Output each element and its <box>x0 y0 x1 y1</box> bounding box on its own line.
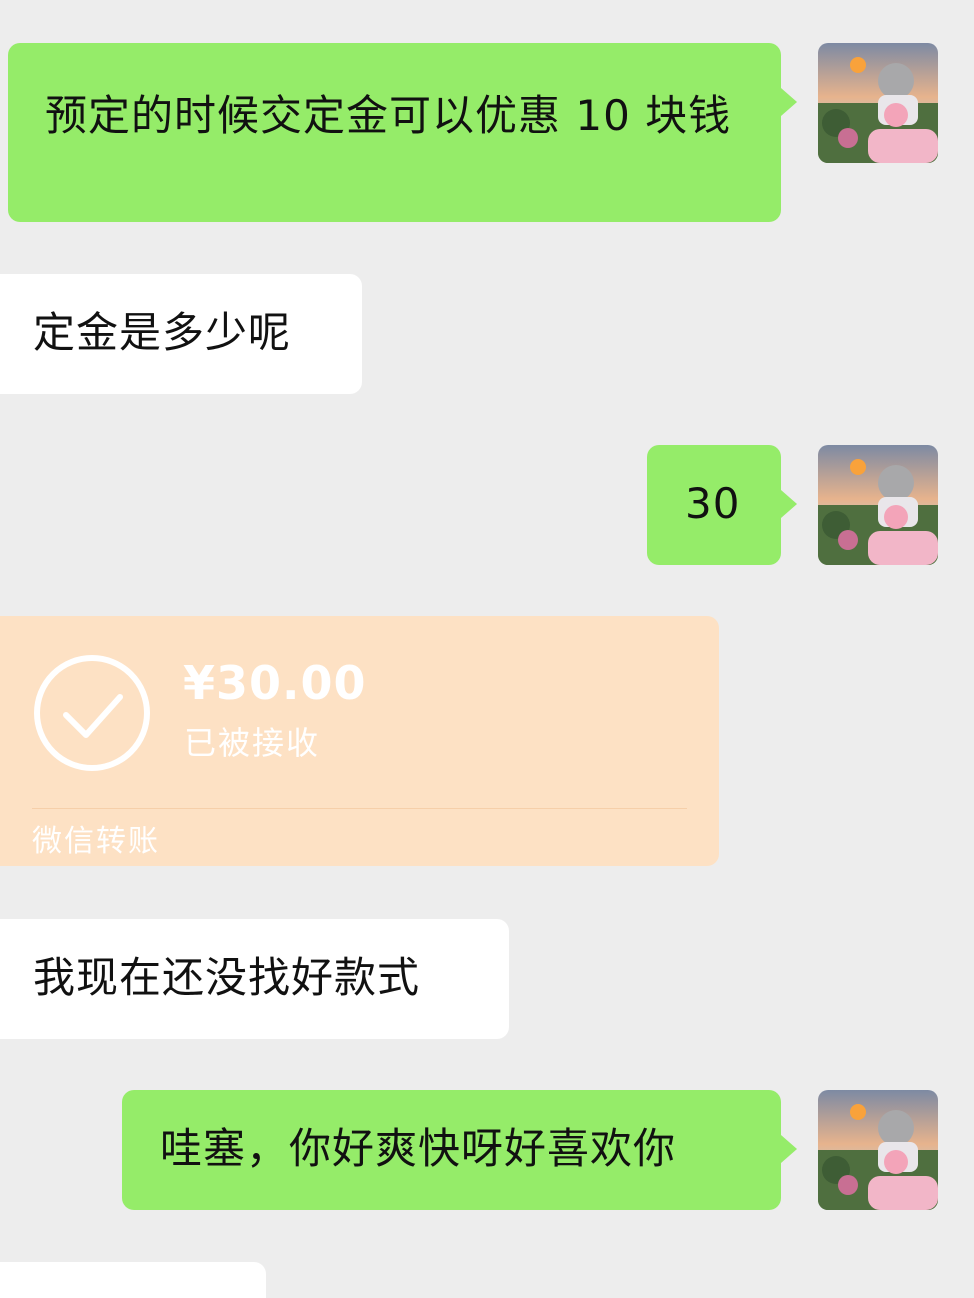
bubble-tail <box>781 88 797 116</box>
message-bubble-sent[interactable]: 30 <box>647 445 781 565</box>
transfer-card[interactable]: ¥30.00 已被接收 微信转账 <box>0 616 719 866</box>
bubble-tail <box>781 490 797 518</box>
user-avatar[interactable] <box>818 43 938 163</box>
message-text: 30 <box>685 479 741 528</box>
bubble-tail <box>781 1135 797 1163</box>
message-bubble-received-partial[interactable] <box>0 1262 266 1298</box>
message-text: 定金是多少呢 <box>33 308 292 357</box>
transfer-footer-label: 微信转账 <box>32 824 160 859</box>
transfer-status: 已被接收 <box>184 724 321 762</box>
user-avatar[interactable] <box>818 445 938 565</box>
user-avatar[interactable] <box>818 1090 938 1210</box>
message-bubble-received[interactable]: 定金是多少呢 <box>0 274 362 394</box>
message-bubble-received[interactable]: 我现在还没找好款式 <box>0 919 509 1039</box>
message-bubble-sent[interactable]: 预定的时候交定金可以优惠 10 块钱 <box>8 43 781 222</box>
message-text: 预定的时候交定金可以优惠 10 块钱 <box>45 91 732 140</box>
divider <box>32 808 687 809</box>
check-circle-icon <box>32 653 152 773</box>
message-bubble-sent[interactable]: 哇塞，你好爽快呀好喜欢你 <box>122 1090 781 1210</box>
message-text: 我现在还没找好款式 <box>33 953 421 1002</box>
transfer-amount: ¥30.00 <box>183 656 367 710</box>
message-text: 哇塞，你好爽快呀好喜欢你 <box>160 1124 677 1173</box>
